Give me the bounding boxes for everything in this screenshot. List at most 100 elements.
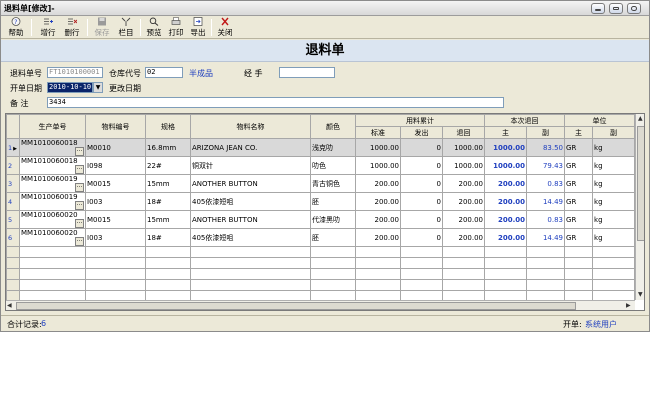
cell-material-no[interactable]: M0015: [85, 210, 146, 229]
empty-cell[interactable]: [355, 279, 401, 291]
empty-cell[interactable]: [441, 268, 486, 280]
close-button[interactable]: 关闭: [214, 17, 236, 38]
empty-cell[interactable]: [310, 257, 356, 269]
scroll-right-icon[interactable]: ▶: [626, 302, 631, 309]
cell-prod-no[interactable]: MM1010060018 ···: [19, 156, 86, 175]
cell-material-name[interactable]: 405依漆短咀: [190, 228, 311, 247]
cell-prod-no[interactable]: MM1010060020 ···: [19, 228, 86, 247]
cell-unit-main[interactable]: GR: [564, 192, 594, 211]
cell-main[interactable]: 200.00: [484, 228, 528, 247]
cell-spec[interactable]: 15mm: [145, 210, 191, 229]
col-material-no[interactable]: 物料编号: [85, 114, 146, 139]
vertical-scrollbar[interactable]: ▲ ▼: [635, 114, 644, 300]
cell-sub[interactable]: 0.83: [526, 210, 566, 229]
cell-main[interactable]: 1000.00: [484, 156, 528, 175]
cell-issued[interactable]: 0: [400, 228, 443, 247]
cell-spec[interactable]: 16.8mm: [145, 138, 191, 157]
empty-cell[interactable]: [190, 257, 311, 269]
cell-unit-sub[interactable]: kg: [592, 156, 636, 175]
lookup-button[interactable]: ···: [75, 165, 84, 174]
cell-material-name[interactable]: ANOTHER BUTTON: [190, 174, 311, 193]
row-number[interactable]: [6, 268, 20, 280]
col-returned[interactable]: 退回: [441, 126, 486, 139]
row-number[interactable]: 2: [6, 156, 20, 175]
cell-prod-no[interactable]: MM1010060019 ···: [19, 174, 86, 193]
cell-spec[interactable]: 18#: [145, 192, 191, 211]
cell-color[interactable]: 胚: [310, 228, 356, 247]
row-number[interactable]: 5: [6, 210, 20, 229]
minimize-button[interactable]: [591, 3, 605, 14]
date-field[interactable]: 2010-10-10: [47, 82, 93, 93]
col-prod-no[interactable]: 生产单号: [19, 114, 86, 139]
empty-cell[interactable]: [145, 257, 191, 269]
empty-cell[interactable]: [355, 246, 401, 258]
col-unit-main[interactable]: 主: [564, 126, 594, 139]
empty-cell[interactable]: [484, 279, 528, 291]
cell-material-no[interactable]: M0015: [85, 174, 146, 193]
remark-field[interactable]: 3434: [47, 97, 504, 108]
empty-cell[interactable]: [484, 246, 528, 258]
horizontal-scroll-thumb[interactable]: [16, 302, 576, 310]
empty-cell[interactable]: [19, 246, 86, 258]
lookup-button[interactable]: ···: [75, 219, 84, 228]
row-number[interactable]: 3: [6, 174, 20, 193]
empty-cell[interactable]: [484, 257, 528, 269]
cell-standard[interactable]: 200.00: [355, 174, 401, 193]
cell-returned[interactable]: 200.00: [441, 174, 486, 193]
cell-spec[interactable]: 15mm: [145, 174, 191, 193]
return-no-field[interactable]: FT1010100001: [47, 67, 103, 78]
cell-spec[interactable]: 18#: [145, 228, 191, 247]
empty-cell[interactable]: [190, 268, 311, 280]
add-row-button[interactable]: 增行: [37, 17, 59, 38]
cell-issued[interactable]: 0: [400, 210, 443, 229]
cell-unit-sub[interactable]: kg: [592, 210, 636, 229]
empty-cell[interactable]: [145, 268, 191, 280]
cell-prod-no[interactable]: MM1010060020 ···: [19, 210, 86, 229]
date-dropdown-button[interactable]: ▼: [93, 82, 103, 93]
col-sub[interactable]: 副: [526, 126, 566, 139]
close-window-button[interactable]: [627, 3, 641, 14]
cell-standard[interactable]: 200.00: [355, 192, 401, 211]
scroll-left-icon[interactable]: ◀: [7, 302, 12, 309]
cell-color[interactable]: 胚: [310, 192, 356, 211]
warehouse-code-field[interactable]: 02: [145, 67, 183, 78]
cell-color[interactable]: 浅克叻: [310, 138, 356, 157]
empty-cell[interactable]: [592, 268, 636, 280]
scroll-up-icon[interactable]: ▲: [638, 115, 643, 122]
preview-button[interactable]: 预览: [143, 17, 165, 38]
row-number[interactable]: 1▶: [6, 138, 20, 157]
cell-unit-main[interactable]: GR: [564, 138, 594, 157]
empty-cell[interactable]: [19, 268, 86, 280]
row-number[interactable]: [6, 257, 20, 269]
empty-cell[interactable]: [526, 268, 566, 280]
cell-unit-main[interactable]: GR: [564, 156, 594, 175]
col-standard[interactable]: 标准: [355, 126, 401, 139]
row-number[interactable]: 6: [6, 228, 20, 247]
cell-issued[interactable]: 0: [400, 174, 443, 193]
cell-material-no[interactable]: M0010: [85, 138, 146, 157]
cell-color[interactable]: 代漆黑叻: [310, 210, 356, 229]
empty-cell[interactable]: [310, 268, 356, 280]
cell-issued[interactable]: 0: [400, 156, 443, 175]
maximize-button[interactable]: [609, 3, 623, 14]
cell-material-no[interactable]: I098: [85, 156, 146, 175]
col-issued[interactable]: 发出: [400, 126, 443, 139]
cell-material-name[interactable]: ANOTHER BUTTON: [190, 210, 311, 229]
empty-cell[interactable]: [400, 279, 443, 291]
cell-standard[interactable]: 200.00: [355, 210, 401, 229]
empty-cell[interactable]: [564, 279, 594, 291]
cell-sub[interactable]: 0.83: [526, 174, 566, 193]
cell-main[interactable]: 200.00: [484, 210, 528, 229]
empty-cell[interactable]: [85, 257, 146, 269]
table-row[interactable]: 6 MM1010060020 ··· I003 18# 405依漆短咀 胚 200.00 0 20…: [6, 228, 636, 247]
empty-cell[interactable]: [592, 246, 636, 258]
empty-row[interactable]: [6, 268, 636, 280]
empty-row[interactable]: [6, 246, 636, 258]
cell-returned[interactable]: 200.00: [441, 192, 486, 211]
empty-cell[interactable]: [564, 268, 594, 280]
table-row[interactable]: 2 MM1010060018 ··· I098 22# 铜双针 叻色 1000.00 0 1000…: [6, 156, 636, 175]
col-material-name[interactable]: 物料名称: [190, 114, 311, 139]
cell-sub[interactable]: 83.50: [526, 138, 566, 157]
cell-sub[interactable]: 14.49: [526, 228, 566, 247]
cell-standard[interactable]: 1000.00: [355, 156, 401, 175]
